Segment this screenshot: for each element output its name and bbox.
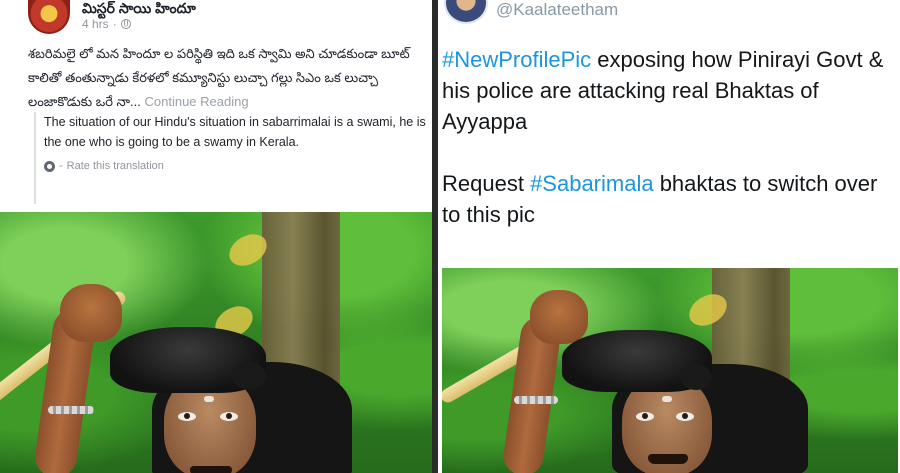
gear-icon — [44, 160, 55, 172]
tweet-text-2-prefix: Request — [442, 171, 531, 196]
left-eye — [636, 412, 654, 421]
meta-separator: · — [112, 17, 117, 31]
post-body: శబరిమలై లో మన హిందూ ల పరిస్థితి ఇది ఒక స… — [28, 42, 424, 114]
mustache — [190, 466, 232, 473]
facebook-post-panel: మిస్టర్ సాయి హిందూ 4 hrs · శబరిమలై లో మన… — [0, 0, 432, 473]
globe-icon — [120, 19, 131, 29]
post-photo[interactable] — [0, 212, 432, 473]
hashtag-sabarimala[interactable]: #Sabarimala — [530, 171, 654, 196]
hashtag-new-profile-pic[interactable]: #NewProfilePic — [442, 47, 591, 72]
rate-translation[interactable]: - Rate this translation — [44, 160, 426, 172]
tweet-paragraph-2: Request #Sabarimala bhaktas to switch ov… — [442, 168, 897, 230]
bundle-knot — [680, 364, 712, 390]
author-avatar[interactable] — [28, 0, 70, 34]
tilak — [204, 396, 214, 402]
translation-box: The situation of our Hindu's situation i… — [34, 112, 426, 204]
left-eye — [178, 412, 196, 421]
bracelet — [48, 406, 94, 414]
continue-reading-link[interactable]: Continue Reading — [145, 94, 249, 109]
tweet-handle[interactable]: @Kaalateetham — [496, 0, 618, 20]
tweet-body: #NewProfilePic exposing how Pinirayi Gov… — [442, 44, 897, 261]
bracelet — [514, 396, 558, 404]
tweet-panel: @Kaalateetham #NewProfilePic exposing ho… — [438, 0, 900, 473]
post-timestamp[interactable]: 4 hrs — [82, 17, 109, 31]
facebook-post-card: మిస్టర్ సాయి హిందూ 4 hrs · శబరిమలై లో మన… — [0, 0, 432, 212]
mustache — [648, 454, 688, 464]
tweet-paragraph-1: #NewProfilePic exposing how Pinirayi Gov… — [442, 44, 897, 137]
tweet-avatar[interactable] — [444, 0, 488, 24]
bundle-knot — [232, 362, 266, 390]
fist — [530, 290, 588, 344]
translation-text: The situation of our Hindu's situation i… — [44, 115, 426, 149]
post-meta: 4 hrs · — [82, 17, 131, 31]
fist — [60, 284, 122, 342]
right-eye — [676, 412, 694, 421]
tilak — [662, 396, 672, 402]
rate-translation-link[interactable]: Rate this translation — [67, 160, 164, 172]
separator-dash: - — [59, 160, 63, 172]
tweet-photo[interactable] — [442, 268, 898, 473]
right-eye — [220, 412, 238, 421]
